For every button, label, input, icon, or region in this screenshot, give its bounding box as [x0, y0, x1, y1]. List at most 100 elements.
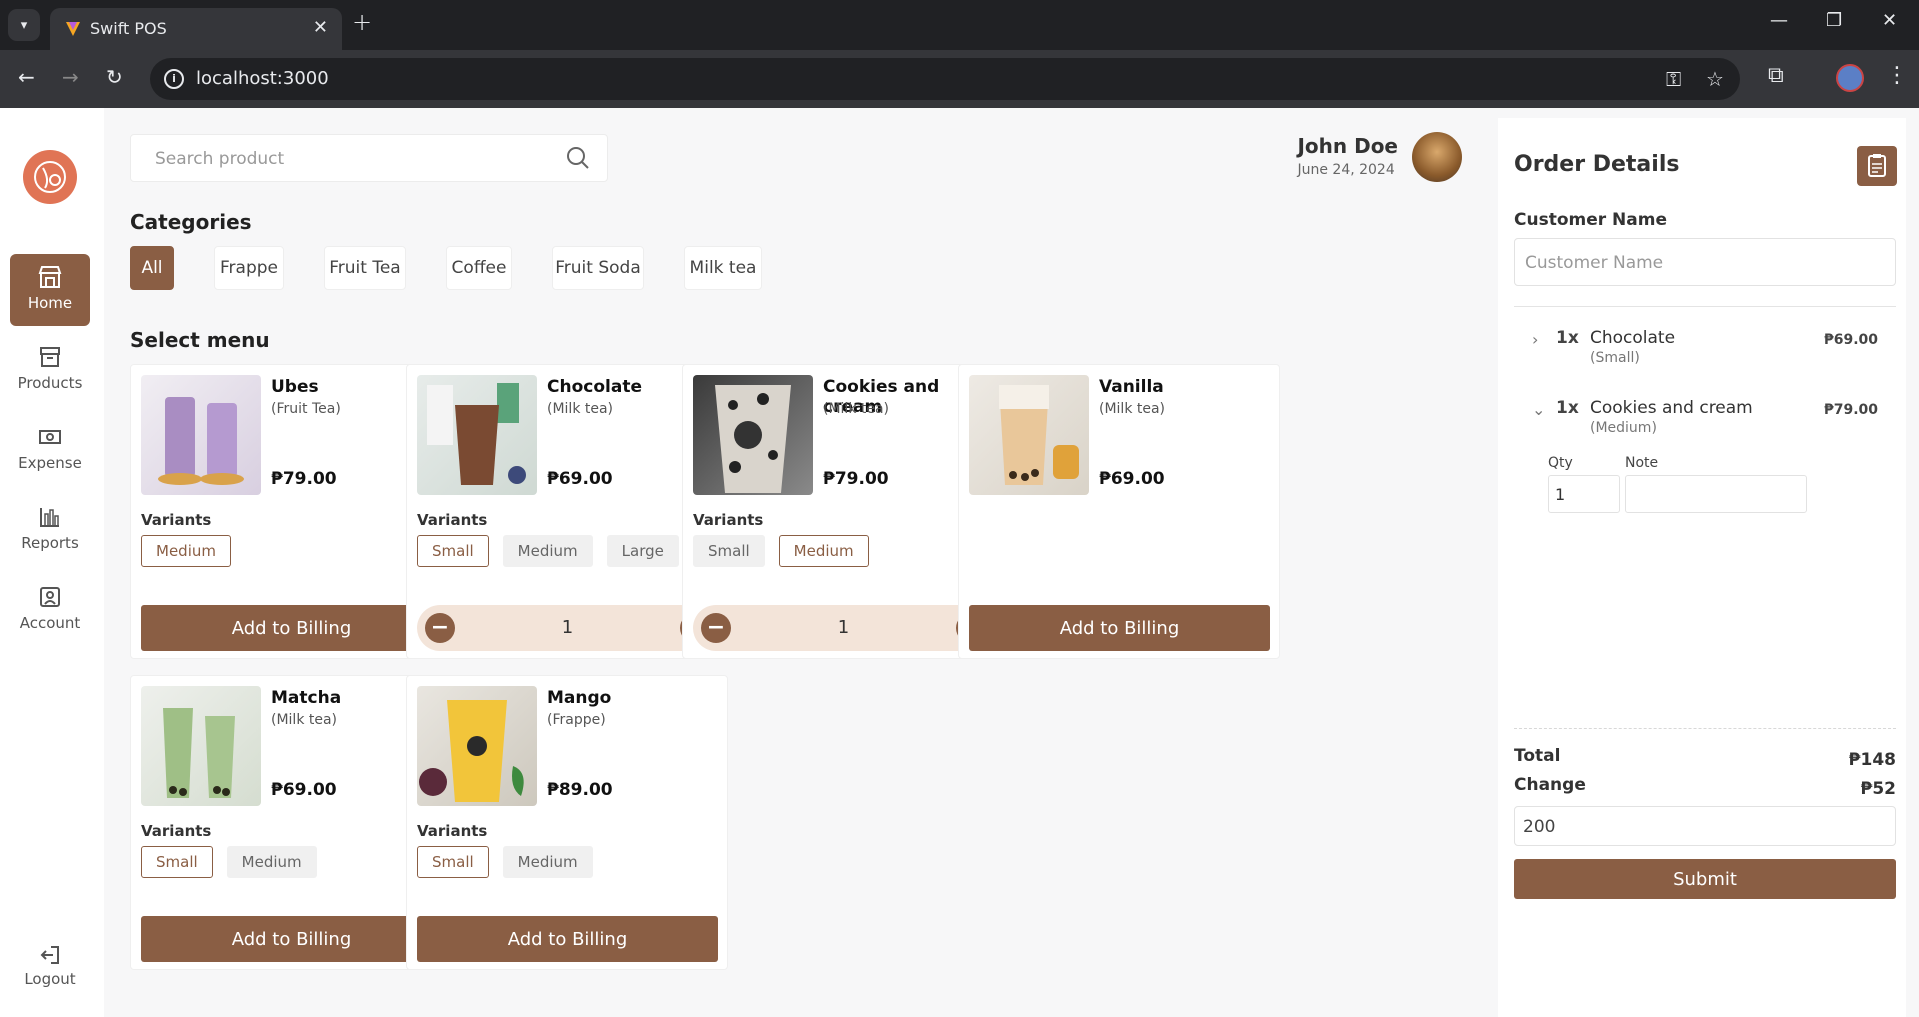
sidebar-item-label: Account: [19, 614, 81, 632]
add-to-billing-button[interactable]: Add to Billing: [417, 916, 718, 962]
order-item-size: (Medium): [1590, 420, 1657, 436]
variant-medium[interactable]: Medium: [502, 535, 593, 567]
tab-search-button[interactable]: ▾: [8, 9, 40, 41]
restore-icon[interactable]: ❐: [1826, 10, 1842, 31]
extensions-icon[interactable]: ⧉: [1768, 63, 1784, 88]
bookmark-star-icon[interactable]: ☆: [1706, 67, 1724, 91]
variant-small[interactable]: Small: [693, 535, 765, 567]
product-image-cookies-and-cream: [693, 375, 813, 495]
customer-name-field[interactable]: Customer Name: [1514, 238, 1896, 286]
product-card-cookies-and-cream: Cookies and cream (Milk tea) ₱79.00 Vari…: [682, 364, 1004, 659]
variant-small[interactable]: Small: [141, 846, 213, 878]
category-milk-tea[interactable]: Milk tea: [684, 246, 762, 290]
clipboard-icon: [1868, 154, 1886, 177]
product-image-ubes: [141, 375, 261, 495]
password-key-icon[interactable]: ⚿: [1666, 67, 1681, 91]
category-fruit-tea[interactable]: Fruit Tea: [324, 246, 406, 290]
close-window-icon[interactable]: ✕: [1882, 10, 1897, 31]
variant-small[interactable]: Small: [417, 535, 489, 567]
submit-button[interactable]: Submit: [1514, 859, 1896, 899]
product-price: ₱79.00: [823, 469, 889, 489]
user-info: John Doe June 24, 2024: [1297, 134, 1398, 178]
sidebar-item-reports[interactable]: Reports: [10, 494, 90, 566]
avatar[interactable]: [1412, 132, 1462, 182]
profile-avatar[interactable]: [1836, 64, 1864, 92]
chevron-down-icon[interactable]: ⌄: [1532, 400, 1545, 419]
product-image-mango: [417, 686, 537, 806]
search-placeholder: Search product: [155, 149, 285, 169]
back-icon[interactable]: ←: [18, 65, 35, 89]
new-tab-icon[interactable]: +: [352, 8, 372, 36]
browser-toolbar: ← → ↻ i localhost:3000 ⚿ ☆ ⧉ ⋮: [0, 50, 1919, 108]
category-fruit-soda[interactable]: Fruit Soda: [552, 246, 644, 290]
variant-small[interactable]: Small: [417, 846, 489, 878]
clipboard-button[interactable]: [1857, 146, 1897, 186]
reload-icon[interactable]: ↻: [106, 65, 123, 89]
forward-icon[interactable]: →: [62, 65, 79, 89]
browser-tab[interactable]: Swift POS ✕: [50, 8, 342, 50]
variant-medium[interactable]: Medium: [778, 535, 869, 567]
minimize-icon[interactable]: —: [1770, 10, 1788, 31]
select-menu-heading: Select menu: [130, 328, 270, 352]
qty-label: Qty: [1548, 455, 1573, 471]
category-frappe[interactable]: Frappe: [214, 246, 284, 290]
browser-tab-strip: ▾ Swift POS ✕ + — ❐ ✕: [0, 0, 1919, 50]
variant-large[interactable]: Large: [606, 535, 679, 567]
category-all[interactable]: All: [130, 246, 174, 290]
logout-label: Logout: [24, 970, 76, 988]
site-info-icon[interactable]: i: [164, 69, 184, 89]
user-name: John Doe: [1297, 134, 1398, 158]
product-category: (Milk tea): [823, 401, 890, 417]
sidebar-item-home[interactable]: Home: [10, 254, 90, 326]
order-item-price: ₱69.00: [1823, 332, 1878, 348]
product-category: (Fruit Tea): [271, 401, 341, 417]
add-to-billing-button[interactable]: Add to Billing: [969, 605, 1270, 651]
product-category: (Milk tea): [1099, 401, 1166, 417]
add-to-billing-button[interactable]: Add to Billing: [141, 605, 442, 651]
variants-label: Variants: [141, 511, 212, 529]
product-price: ₱89.00: [547, 780, 613, 800]
variant-medium[interactable]: Medium: [502, 846, 593, 878]
variant-medium[interactable]: Medium: [226, 846, 317, 878]
sidebar-item-label: Products: [17, 374, 83, 392]
variant-medium[interactable]: Medium: [141, 535, 231, 567]
sidebar-item-label: Home: [27, 294, 73, 312]
main-content: Search product John Doe June 24, 2024 Ca…: [104, 108, 1494, 1017]
order-item-name: Cookies and cream: [1590, 398, 1753, 418]
note-label: Note: [1625, 455, 1659, 471]
qty-field[interactable]: 1: [1548, 475, 1620, 513]
sidebar-item-expense[interactable]: Expense: [10, 414, 90, 486]
product-category: (Frappe): [547, 712, 606, 728]
archive-icon: [40, 347, 60, 367]
variant-options: Small Medium: [417, 846, 593, 878]
variant-options: Medium: [141, 535, 231, 567]
add-to-billing-button[interactable]: Add to Billing: [141, 916, 442, 962]
variants-label: Variants: [693, 511, 764, 529]
product-name: Matcha: [271, 688, 342, 708]
product-image-vanilla: [969, 375, 1089, 495]
sidebar-item-products[interactable]: Products: [10, 334, 90, 406]
product-card-chocolate: Chocolate (Milk tea) ₱69.00 Variants Sma…: [406, 364, 728, 659]
current-date: June 24, 2024: [1297, 162, 1395, 178]
sidebar-item-account[interactable]: Account: [10, 574, 90, 646]
menu-kebab-icon[interactable]: ⋮: [1886, 63, 1908, 88]
search-icon[interactable]: [565, 145, 591, 171]
product-price: ₱69.00: [271, 780, 337, 800]
note-field[interactable]: [1625, 475, 1807, 513]
order-item-size: (Small): [1590, 350, 1640, 366]
cash-amount-field[interactable]: 200: [1514, 806, 1896, 846]
close-tab-icon[interactable]: ✕: [313, 17, 328, 38]
categories-heading: Categories: [130, 210, 252, 234]
pos-app: Home Products Expense Reports Account Lo…: [0, 108, 1919, 1017]
product-image-chocolate: [417, 375, 537, 495]
store-icon: [38, 266, 62, 288]
money-icon: [39, 430, 61, 444]
variant-options: Small Medium Large: [417, 535, 679, 567]
sidebar-item-label: Expense: [18, 454, 82, 472]
address-bar[interactable]: i localhost:3000 ⚿ ☆: [150, 58, 1740, 100]
category-coffee[interactable]: Coffee: [446, 246, 512, 290]
product-card-matcha: Matcha (Milk tea) ₱69.00 Variants Small …: [130, 675, 452, 970]
logout-button[interactable]: Logout: [10, 940, 90, 1000]
chevron-right-icon[interactable]: ›: [1532, 330, 1538, 349]
search-input[interactable]: Search product: [130, 134, 608, 182]
